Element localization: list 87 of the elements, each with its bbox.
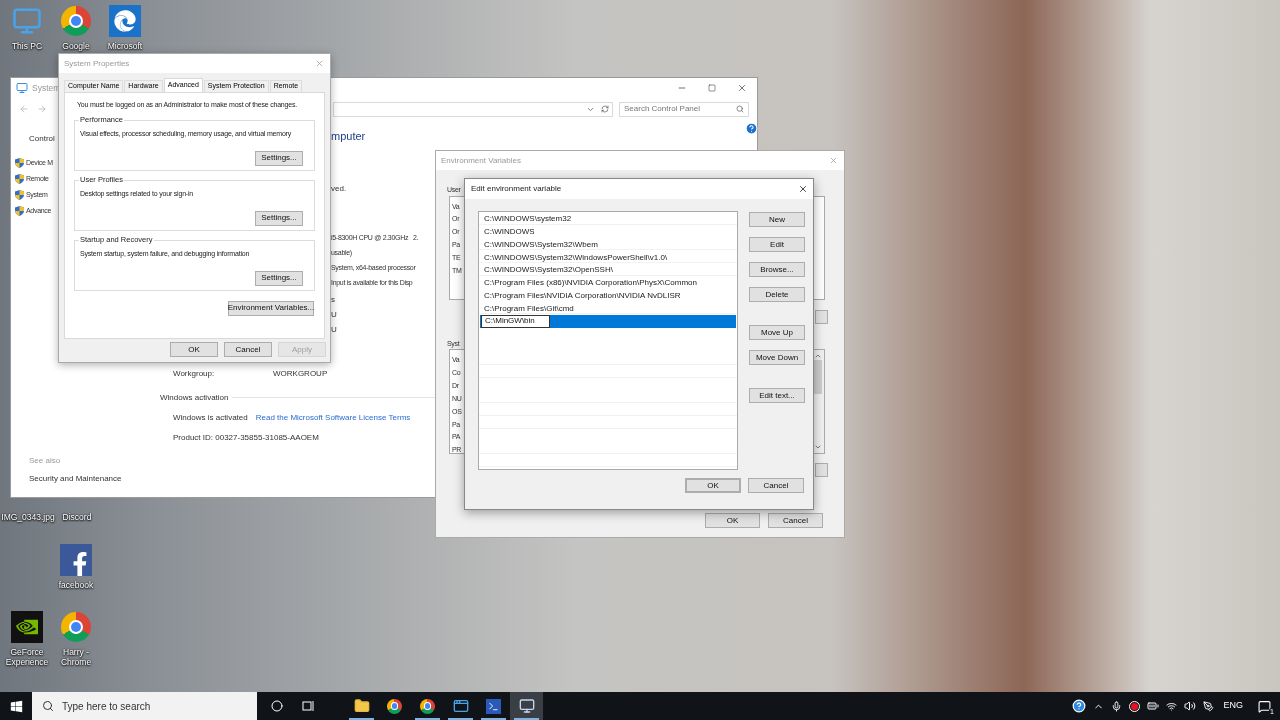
path-entry[interactable]: C:\WINDOWS\System32\OpenSSH\ [480,264,736,277]
close-icon[interactable] [737,83,747,93]
chevron-down-icon[interactable] [814,443,822,451]
settings-button[interactable]: Settings... [255,270,303,286]
settings-button[interactable]: Settings... [255,210,303,226]
desktop-icon-label[interactable]: Discord [62,512,92,522]
license-link[interactable]: Read the Microsoft Software License Terms [255,411,411,424]
name-value: U [331,308,337,320]
microphone-icon[interactable] [1111,700,1123,712]
path-entry[interactable]: C:\WINDOWS [480,225,736,239]
desktop-icon-label[interactable]: This PC [11,41,43,51]
desktop-icon-label[interactable]: GeForce Experience [2,647,52,667]
workgroup-value: WORKGROUP [273,367,328,380]
activation-status: Windows is activated [173,411,248,424]
dialog-button[interactable]: New [749,212,805,227]
dialog-button[interactable]: Move Down [749,350,805,365]
dialog-button[interactable]: Edit [749,237,805,252]
scrollbar-thumb[interactable] [814,360,822,394]
language-indicator[interactable]: ENG [1223,699,1243,713]
desktop-icon-label[interactable]: IMG_0343.jpg [1,512,55,522]
computer-icon[interactable] [518,698,535,714]
search-icon [736,105,744,113]
shield-icon [15,157,24,168]
dialog-button[interactable]: Move Up [749,325,805,340]
dialog-button[interactable]: Browse... [749,262,805,277]
folder-icon[interactable] [353,698,370,714]
close-icon[interactable] [798,184,808,194]
path-entry[interactable]: C:\MinGW\bin [480,315,736,328]
see-also-link[interactable]: Security and Maintenance [29,473,122,485]
battery-icon[interactable] [1147,700,1160,712]
partial-button[interactable] [815,309,828,324]
settings-button[interactable]: Settings... [255,150,303,166]
shield-icon [15,205,24,216]
dialog-button[interactable]: Cancel [748,478,804,493]
browser-icon[interactable] [387,698,402,714]
dialog-title: Edit environment variable [471,183,562,195]
f-logo-icon [60,544,92,576]
see-also-heading: See also [29,455,61,467]
computer-icon [12,6,42,36]
start-icon[interactable] [9,699,23,713]
path-entry[interactable]: C:\WINDOWS\system32 [480,213,736,226]
path-entry[interactable]: C:\Program Files\NVIDIA Corporation\NVIDIA NvDLISR [480,289,736,303]
dialog-title: System Properties [64,57,130,70]
chevron-up-icon[interactable] [814,352,822,360]
dialog-button[interactable]: Cancel [768,513,823,528]
path-entry[interactable]: C:\Program Files (x86)\NVIDIA Corporation\PhysX\Common [480,276,736,290]
volume-icon[interactable] [1184,700,1197,712]
shield-icon [15,173,24,184]
dialog-button[interactable]: OK [685,478,741,493]
desktop-icon-label[interactable]: Google [62,41,90,51]
computer-icon [16,82,28,94]
window-icon[interactable] [452,698,469,714]
search-icon [42,700,54,712]
circle-icon[interactable] [271,700,283,712]
product-id: Product ID: 00327-35855-31085-AAOEM [173,431,319,444]
dialog-button[interactable]: Delete [749,287,805,302]
dialog-button[interactable]: Edit text... [749,388,805,403]
browser-icon [109,5,141,37]
edit-field[interactable]: C:\MinGW\bin [481,315,550,328]
dialog-button[interactable]: Cancel [224,342,272,357]
search-field[interactable]: Search Control Panel [619,101,749,117]
taskbar-search-field[interactable]: Type here to search [32,692,257,720]
environment-variables-button[interactable]: Environment Variables... [228,300,314,316]
refresh-icon[interactable] [601,105,609,113]
task-view-icon[interactable] [302,700,315,712]
path-entry[interactable]: C:\WINDOWS\System32\WindowsPowerShell\v1.0\ [480,251,736,264]
desktop-icon-label[interactable]: Harry - Chrome [52,647,100,667]
path-entry[interactable]: C:\WINDOWS\System32\Wbem [480,238,736,252]
browser-icon[interactable] [420,698,435,714]
dialog-button[interactable]: OK [170,342,218,357]
eye-logo-icon [11,611,43,643]
nav-heading[interactable]: Control [15,133,59,145]
taskbar-app[interactable] [510,692,543,720]
workgroup-label: Workgroup: [173,367,216,380]
section-heading: Windows activation [160,391,229,404]
shield-icon [15,189,24,200]
path-entry[interactable]: C:\Program Files\Git\cmd [480,302,736,315]
section-heading: s [331,293,335,306]
terminal-icon[interactable] [486,698,501,714]
help-icon[interactable] [1072,699,1087,713]
page-heading: mputer [331,129,366,144]
wifi-icon[interactable] [1166,700,1178,712]
name-value: U [331,323,337,335]
dialog-button[interactable]: OK [705,513,760,528]
dialog-title: Environment Variables [441,154,521,167]
pen-icon[interactable] [1203,700,1215,712]
copyright-text: ved. [331,182,347,195]
